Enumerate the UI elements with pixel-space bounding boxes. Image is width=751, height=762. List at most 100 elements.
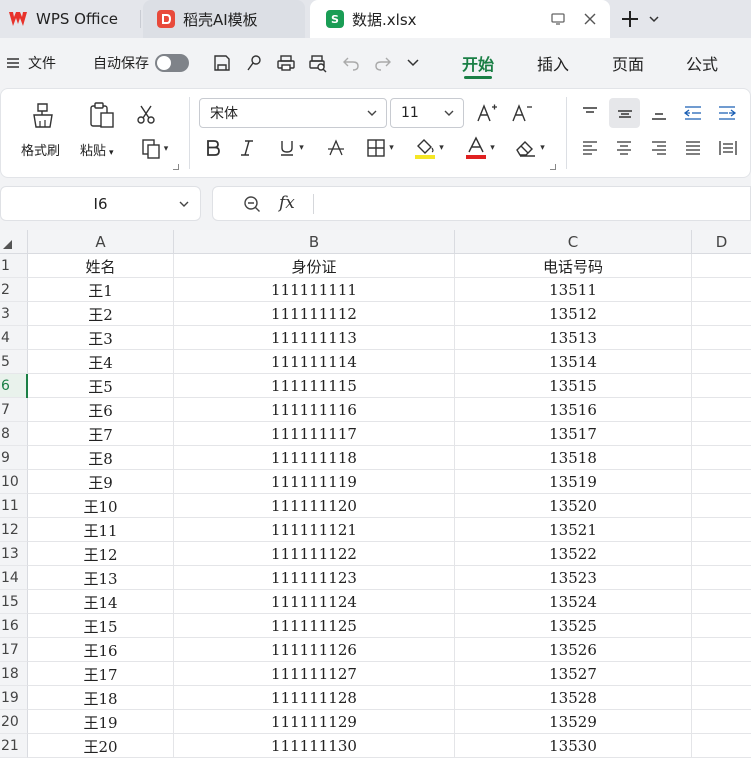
cell[interactable]: 13516 (455, 398, 692, 422)
tab-home[interactable]: 开始 (462, 38, 494, 88)
cell[interactable]: 王3 (28, 326, 174, 350)
tab-close-icon[interactable] (582, 11, 598, 27)
row-header[interactable]: 4 (0, 326, 28, 350)
cell[interactable] (692, 350, 751, 374)
redo-button[interactable] (374, 38, 392, 88)
column-header-d[interactable]: D (692, 230, 751, 254)
print-button[interactable] (276, 38, 296, 88)
row-header[interactable]: 12 (0, 518, 28, 542)
file-menu[interactable]: 文件 (6, 38, 56, 88)
cell[interactable]: 姓名 (28, 254, 174, 278)
format-painter-button[interactable] (27, 99, 59, 131)
cell[interactable] (692, 638, 751, 662)
cell[interactable]: 王4 (28, 350, 174, 374)
tab-data-xlsx[interactable]: S 数据.xlsx (310, 0, 610, 38)
cell[interactable] (692, 686, 751, 710)
row-header[interactable]: 21 (0, 734, 28, 758)
cell[interactable]: 111111122 (174, 542, 455, 566)
cell[interactable]: 王8 (28, 446, 174, 470)
align-bottom-button[interactable] (647, 101, 671, 125)
cell[interactable] (692, 278, 751, 302)
row-header[interactable]: 3 (0, 302, 28, 326)
cell[interactable] (692, 422, 751, 446)
row-header[interactable]: 8 (0, 422, 28, 446)
cell[interactable]: 13520 (455, 494, 692, 518)
cell[interactable] (692, 710, 751, 734)
cell[interactable]: 王10 (28, 494, 174, 518)
quick-access-more[interactable] (406, 38, 420, 88)
cell[interactable]: 13524 (455, 590, 692, 614)
cell[interactable] (692, 590, 751, 614)
cell[interactable] (692, 398, 751, 422)
cell[interactable] (692, 254, 751, 278)
cell[interactable] (692, 518, 751, 542)
name-box-chevron-icon[interactable] (178, 198, 190, 210)
paste-label[interactable]: 粘贴 ▾ (80, 140, 114, 159)
column-header-c[interactable]: C (455, 230, 692, 254)
cell[interactable] (692, 326, 751, 350)
decrease-indent-button[interactable] (681, 101, 705, 125)
save-button[interactable] (212, 38, 232, 88)
cell[interactable]: 13522 (455, 542, 692, 566)
clear-format-button[interactable]: ▾ (511, 136, 549, 160)
cell[interactable]: 111111126 (174, 638, 455, 662)
row-header[interactable]: 17 (0, 638, 28, 662)
tab-list-chevron-icon[interactable] (648, 14, 660, 24)
cell[interactable]: 111111115 (174, 374, 455, 398)
font-name-select[interactable]: 宋体 (199, 98, 387, 128)
row-header[interactable]: 13 (0, 542, 28, 566)
justify-button[interactable] (681, 136, 705, 160)
align-left-button[interactable] (578, 136, 602, 160)
tab-restore-icon[interactable] (550, 11, 566, 27)
cell[interactable]: 身份证 (174, 254, 455, 278)
cell[interactable]: 111111120 (174, 494, 455, 518)
row-header[interactable]: 7 (0, 398, 28, 422)
cell[interactable]: 王13 (28, 566, 174, 590)
cell[interactable] (692, 566, 751, 590)
row-header[interactable]: 15 (0, 590, 28, 614)
cell[interactable]: 111111128 (174, 686, 455, 710)
cell[interactable] (692, 542, 751, 566)
align-right-button[interactable] (647, 136, 671, 160)
fill-color-button[interactable]: ▾ (410, 134, 448, 162)
cell[interactable]: 13517 (455, 422, 692, 446)
cell[interactable]: 13519 (455, 470, 692, 494)
cell[interactable]: 王20 (28, 734, 174, 758)
cell[interactable] (692, 374, 751, 398)
increase-font-button[interactable] (475, 101, 499, 125)
undo-button[interactable] (342, 38, 360, 88)
column-header-a[interactable]: A (28, 230, 174, 254)
row-header[interactable]: 19 (0, 686, 28, 710)
cell[interactable]: 111111112 (174, 302, 455, 326)
row-header[interactable]: 20 (0, 710, 28, 734)
cell[interactable] (692, 446, 751, 470)
cell[interactable]: 111111125 (174, 614, 455, 638)
tab-page[interactable]: 页面 (612, 38, 644, 88)
share-button[interactable] (244, 38, 264, 88)
cell[interactable] (692, 470, 751, 494)
cell[interactable]: 13526 (455, 638, 692, 662)
cell[interactable]: 13523 (455, 566, 692, 590)
cell[interactable]: 111111123 (174, 566, 455, 590)
cell[interactable]: 13515 (455, 374, 692, 398)
cell[interactable] (692, 662, 751, 686)
cell[interactable]: 13514 (455, 350, 692, 374)
row-header[interactable]: 2 (0, 278, 28, 302)
align-top-button[interactable] (578, 101, 602, 125)
cell[interactable]: 13528 (455, 686, 692, 710)
increase-indent-button[interactable] (715, 101, 739, 125)
cell[interactable]: 13513 (455, 326, 692, 350)
cell[interactable]: 13511 (455, 278, 692, 302)
font-size-select[interactable]: 11 (390, 98, 464, 128)
cell[interactable]: 111111117 (174, 422, 455, 446)
name-box[interactable]: I6 (0, 186, 201, 221)
underline-button[interactable]: ▾ (273, 136, 309, 160)
autosave-control[interactable]: 自动保存 (93, 38, 189, 88)
cell[interactable]: 13527 (455, 662, 692, 686)
cell[interactable]: 111111119 (174, 470, 455, 494)
font-dialog-launcher[interactable] (550, 164, 556, 170)
cell[interactable]: 王14 (28, 590, 174, 614)
cell[interactable] (692, 734, 751, 758)
cell[interactable]: 111111127 (174, 662, 455, 686)
cell[interactable]: 王6 (28, 398, 174, 422)
